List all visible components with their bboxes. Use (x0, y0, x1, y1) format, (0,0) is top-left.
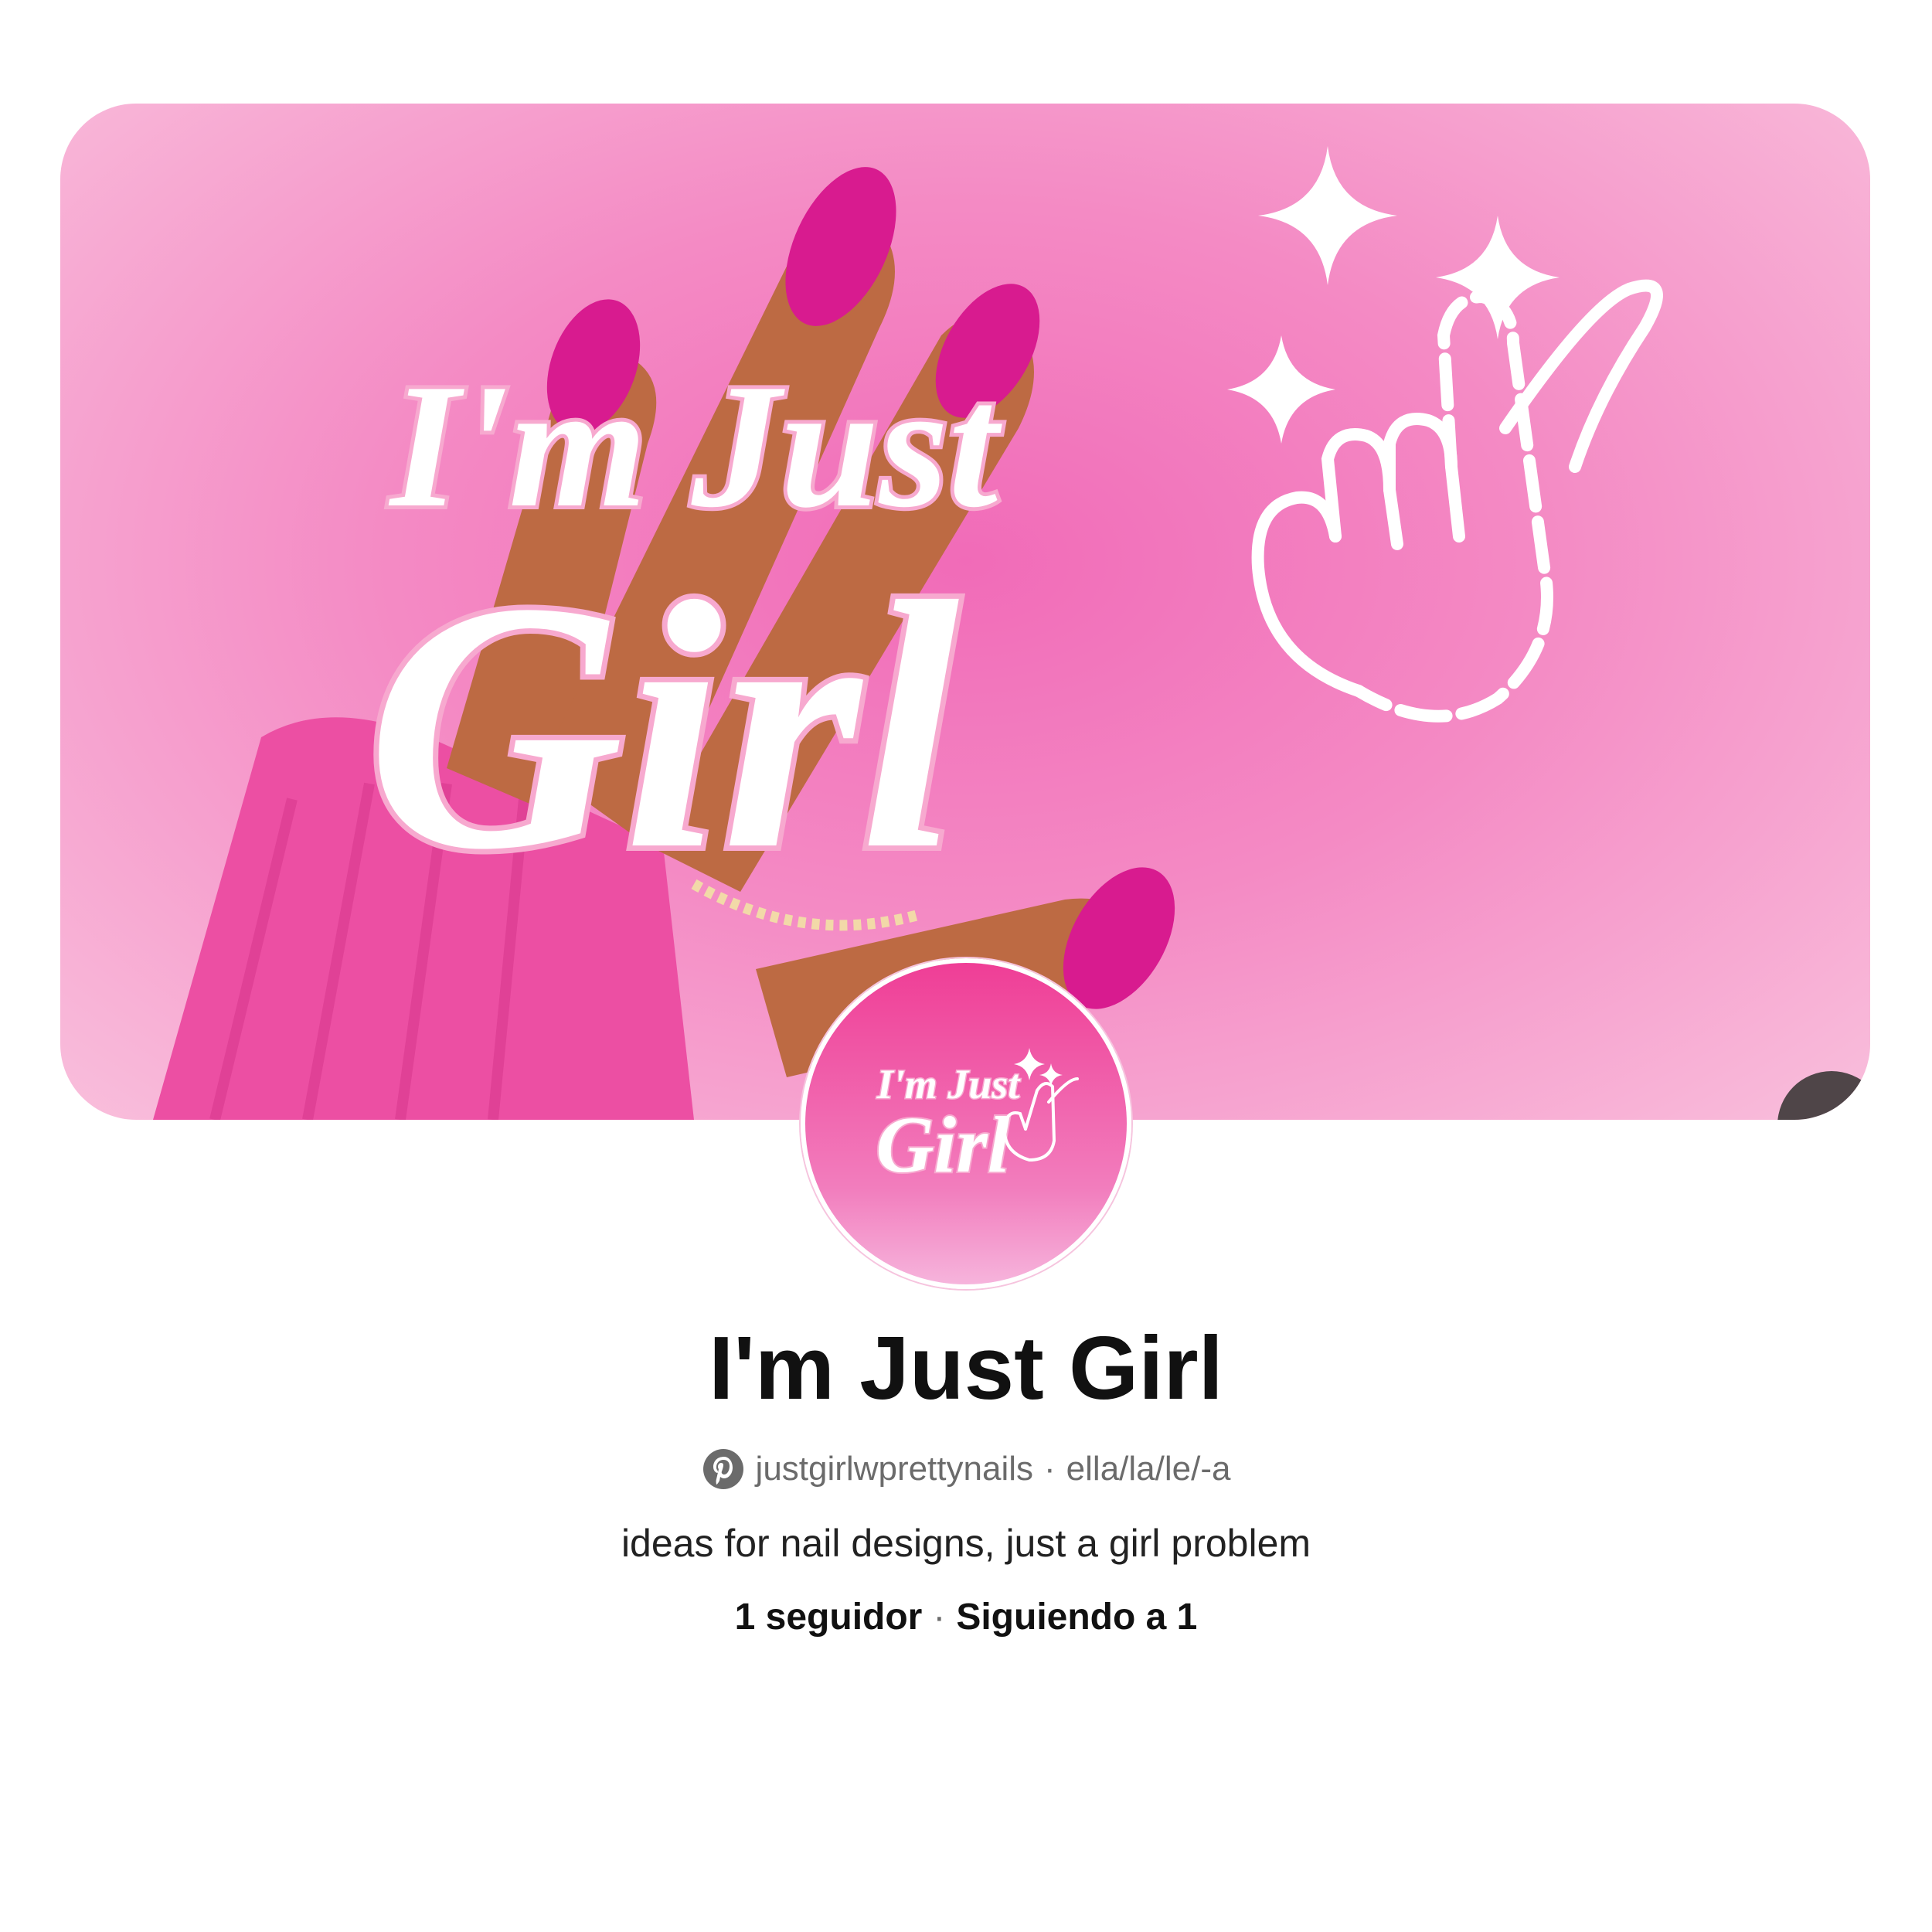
pencil-icon (1829, 1106, 1851, 1120)
profile-handle[interactable]: justgirlwprettynails (756, 1447, 1033, 1491)
follow-stats: 1 seguidor · Siguiendo a 1 (0, 1594, 1932, 1641)
cover-logo-line1: I'm Just (388, 347, 1002, 544)
separator-dot: · (1044, 1450, 1056, 1488)
profile-avatar[interactable]: I'm Just Girl (801, 958, 1131, 1289)
pinterest-icon (702, 1449, 743, 1489)
profile-pronouns: ella/la/le/-a (1066, 1450, 1231, 1488)
separator-dot: · (933, 1597, 946, 1638)
cover-logo-line2: Girl (367, 529, 961, 923)
avatar-logo-line2: Girl (876, 1100, 1009, 1189)
sparkle-icons (1227, 146, 1560, 444)
profile-name: I'm Just Girl (709, 1318, 1223, 1418)
finger-heart-icon (1251, 279, 1663, 723)
following-link[interactable]: Siguiendo a 1 (956, 1594, 1197, 1641)
handle-row: justgirlwprettynails · ella/la/le/-a (0, 1447, 1932, 1491)
followers-link[interactable]: 1 seguidor (735, 1594, 923, 1641)
avatar-logo: I'm Just Girl (874, 1048, 1079, 1191)
profile-bio: ideas for nail designs, just a girl prob… (621, 1522, 1311, 1565)
